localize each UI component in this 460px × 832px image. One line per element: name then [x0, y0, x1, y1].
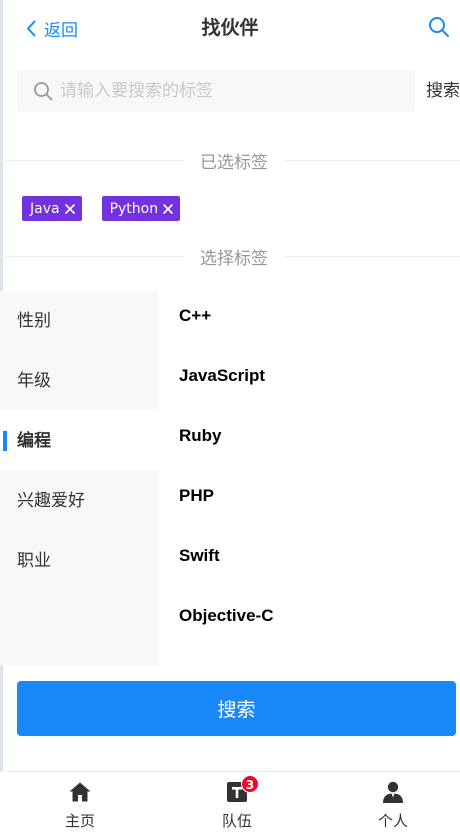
- category-label: 性别: [17, 311, 51, 331]
- close-icon[interactable]: [162, 203, 174, 215]
- category-programming[interactable]: 编程: [0, 411, 158, 471]
- choose-tags-title: 选择标签: [200, 248, 268, 269]
- tag-option[interactable]: JavaScript: [179, 351, 449, 411]
- category-label: 兴趣爱好: [17, 491, 85, 511]
- tag-option[interactable]: C++: [179, 291, 449, 351]
- category-grade[interactable]: 年级: [0, 351, 158, 411]
- tab-label: 队伍: [221, 812, 252, 830]
- tag-option[interactable]: PHP: [179, 471, 449, 531]
- tag-option[interactable]: Ruby: [179, 411, 449, 471]
- tab-home[interactable]: 主页: [40, 772, 120, 832]
- search-button[interactable]: 搜索: [17, 681, 456, 736]
- divider-line: [284, 159, 460, 161]
- home-icon: [69, 782, 91, 802]
- divider-line: [0, 255, 184, 257]
- active-indicator: [3, 431, 7, 451]
- tab-label: 个人: [377, 812, 408, 830]
- choose-tags-divider: 选择标签: [0, 243, 460, 269]
- user-icon: [383, 781, 403, 803]
- divider-line: [0, 159, 184, 161]
- tag-option[interactable]: Swift: [179, 531, 449, 591]
- category-sidebar: 性别 年级 编程 兴趣爱好 职业: [0, 291, 158, 665]
- search-action-button[interactable]: 搜索: [426, 78, 460, 104]
- search-field: [17, 70, 415, 112]
- nav-bar: 返回 找伙伴: [0, 0, 460, 56]
- selected-tags-title: 已选标签: [200, 152, 268, 173]
- category-label: 年级: [17, 371, 51, 391]
- tab-bar: 主页 3 队伍 个人: [0, 771, 460, 832]
- divider-line: [284, 255, 460, 257]
- selected-tag: Python: [101, 196, 181, 221]
- search-icon: [429, 17, 449, 37]
- tag-label: Java: [30, 200, 60, 217]
- tag-label: Python: [109, 200, 159, 217]
- category-occupation[interactable]: 职业: [0, 531, 158, 591]
- category-label: 职业: [17, 551, 51, 571]
- tab-team[interactable]: 3 队伍: [197, 772, 277, 832]
- selected-tags-divider: 已选标签: [0, 147, 460, 173]
- category-gender[interactable]: 性别: [0, 291, 158, 351]
- close-icon[interactable]: [64, 203, 76, 215]
- search-icon: [34, 82, 53, 101]
- chevron-left-icon: [27, 20, 36, 36]
- selected-tag: Java: [22, 196, 82, 221]
- search-input[interactable]: [60, 81, 400, 101]
- selected-tags-list: Java Python: [22, 196, 200, 221]
- back-label: 返回: [44, 20, 78, 41]
- category-label: 编程: [17, 431, 51, 451]
- back-button[interactable]: 返回: [26, 14, 78, 42]
- tag-tree-select: 性别 年级 编程 兴趣爱好 职业 C++ JavaScript Ruby PHP…: [0, 291, 460, 665]
- tab-me[interactable]: 个人: [353, 772, 433, 832]
- nav-search-button[interactable]: [428, 16, 450, 38]
- tag-options-list: C++ JavaScript Ruby PHP Swift Objective-…: [179, 291, 449, 651]
- category-hobbies[interactable]: 兴趣爱好: [0, 471, 158, 531]
- tag-option[interactable]: Objective-C: [179, 591, 449, 651]
- team-badge: 3: [241, 775, 259, 793]
- tab-label: 主页: [64, 812, 95, 830]
